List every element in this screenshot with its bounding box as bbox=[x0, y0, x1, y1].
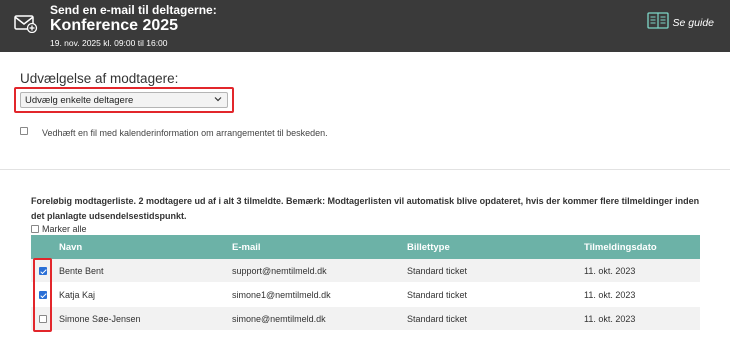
column-header-date[interactable]: Tilmeldingsdato bbox=[584, 242, 657, 253]
attach-calendar-checkbox[interactable] bbox=[20, 127, 28, 135]
checkbox-column-highlight bbox=[33, 258, 52, 332]
attach-calendar-label: Vedhæft en fil med kalenderinformation o… bbox=[42, 128, 328, 138]
row-date: 11. okt. 2023 bbox=[584, 290, 636, 300]
recipient-selection-section: Udvælgelse af modtagere: Udvælg enkelte … bbox=[0, 52, 730, 170]
row-date: 11. okt. 2023 bbox=[584, 314, 636, 324]
see-guide-label: Se guide bbox=[672, 16, 714, 29]
recipient-table: Navn E-mail Billettype Tilmeldingsdato B… bbox=[31, 235, 700, 331]
recipient-list-notice: Foreløbig modtagerliste. 2 modtagere ud … bbox=[31, 196, 700, 221]
table-header: Navn E-mail Billettype Tilmeldingsdato bbox=[31, 235, 700, 259]
table-row: Simone Søe-Jensen simone@nemtilmeld.dk S… bbox=[31, 307, 700, 331]
column-header-email[interactable]: E-mail bbox=[232, 242, 261, 253]
recipient-select-value: Udvælg enkelte deltagere bbox=[25, 95, 134, 106]
event-date: 19. nov. 2025 kl. 09:00 til 16:00 bbox=[50, 38, 168, 48]
row-name: Bente Bent bbox=[59, 266, 104, 276]
row-email: simone@nemtilmeld.dk bbox=[232, 314, 326, 324]
row-email: support@nemtilmeld.dk bbox=[232, 266, 327, 276]
row-email: simone1@nemtilmeld.dk bbox=[232, 290, 331, 300]
row-ticket: Standard ticket bbox=[407, 314, 468, 324]
send-mail-icon bbox=[14, 15, 38, 38]
chevron-down-icon bbox=[214, 95, 222, 106]
select-all[interactable]: Marker alle bbox=[31, 224, 87, 234]
row-ticket: Standard ticket bbox=[407, 266, 468, 276]
event-header: Send en e-mail til deltagerne: Konferenc… bbox=[0, 0, 730, 52]
row-date: 11. okt. 2023 bbox=[584, 266, 636, 276]
row-ticket: Standard ticket bbox=[407, 290, 468, 300]
recipient-selection-heading: Udvælgelse af modtagere: bbox=[20, 71, 179, 86]
see-guide-link[interactable]: Se guide bbox=[646, 12, 714, 33]
guide-book-icon bbox=[646, 12, 669, 33]
row-name: Simone Søe-Jensen bbox=[59, 314, 141, 324]
row-name: Katja Kaj bbox=[59, 290, 96, 300]
select-highlight: Udvælg enkelte deltagere bbox=[14, 87, 234, 113]
column-header-ticket[interactable]: Billettype bbox=[407, 242, 450, 253]
recipient-select[interactable]: Udvælg enkelte deltagere bbox=[20, 92, 228, 108]
table-row: Bente Bent support@nemtilmeld.dk Standar… bbox=[31, 259, 700, 283]
header-subtitle: Send en e-mail til deltagerne: bbox=[50, 3, 217, 17]
select-all-label: Marker alle bbox=[42, 224, 87, 234]
column-header-name[interactable]: Navn bbox=[59, 242, 82, 253]
event-title: Konference 2025 bbox=[50, 17, 179, 34]
table-row: Katja Kaj simone1@nemtilmeld.dk Standard… bbox=[31, 283, 700, 307]
select-all-checkbox[interactable] bbox=[31, 225, 39, 233]
